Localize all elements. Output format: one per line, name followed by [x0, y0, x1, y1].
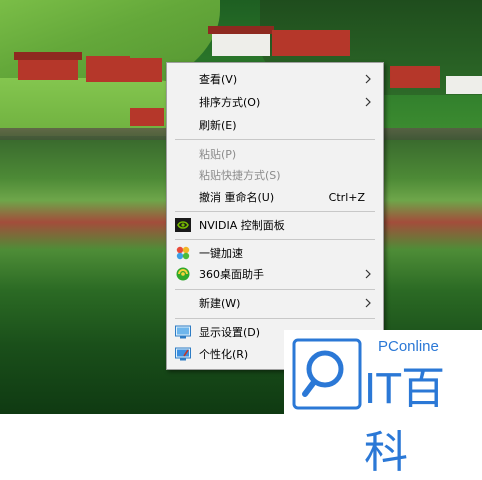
menu-item-label: 新建(W) — [199, 297, 241, 310]
wallpaper-house — [446, 76, 482, 94]
menu-separator — [175, 318, 375, 319]
menu-separator — [175, 139, 375, 140]
menu-item-paste[interactable]: 粘贴(P) — [167, 144, 383, 164]
menu-item-label: 查看(V) — [199, 73, 238, 86]
menu-item-label: 显示设置(D) — [199, 326, 261, 339]
menu-item-label: 排序方式(O) — [199, 96, 261, 109]
360-icon — [176, 267, 190, 281]
display-settings-icon — [175, 325, 191, 339]
wallpaper-house — [18, 58, 78, 80]
menu-separator — [175, 211, 375, 212]
wallpaper-house — [118, 58, 162, 82]
menu-item-shortcut: Ctrl+Z — [328, 190, 365, 204]
menu-item-nvidia-control-panel[interactable]: NVIDIA 控制面板 — [167, 215, 383, 235]
menu-item-360-desktop-assistant[interactable]: 360桌面助手 — [167, 264, 383, 284]
menu-separator — [175, 239, 375, 240]
chevron-right-icon — [365, 269, 371, 279]
menu-item-label: 刷新(E) — [199, 119, 237, 132]
menu-item-label: 撤消 重命名(U) — [199, 191, 275, 204]
menu-item-label: 360桌面助手 — [199, 268, 264, 281]
pconline-watermark: PConline IT百科 — [284, 330, 482, 477]
personalize-icon — [175, 347, 191, 361]
wallpaper-roof — [14, 52, 82, 60]
menu-item-refresh[interactable]: 刷新(E) — [167, 115, 383, 135]
menu-item-one-click-speedup[interactable]: 一键加速 — [167, 243, 383, 263]
menu-item-label: 个性化(R) — [199, 348, 249, 361]
menu-item-undo-rename[interactable]: 撤消 重命名(U) Ctrl+Z — [167, 187, 383, 207]
watermark-brand-large: IT百科 — [364, 364, 445, 477]
menu-separator — [175, 289, 375, 290]
menu-item-label: NVIDIA 控制面板 — [199, 219, 285, 232]
menu-item-paste-shortcut[interactable]: 粘贴快捷方式(S) — [167, 165, 383, 185]
speedup-icon — [176, 246, 190, 260]
menu-item-label: 粘贴(P) — [199, 148, 237, 161]
desktop-context-menu: 查看(V) 排序方式(O) 刷新(E) 粘贴(P) 粘贴快捷方式(S) 撤消 重… — [166, 62, 384, 370]
wallpaper-roof — [208, 26, 274, 34]
chevron-right-icon — [365, 74, 371, 84]
menu-item-sort-by[interactable]: 排序方式(O) — [167, 92, 383, 112]
wallpaper-house — [130, 108, 164, 126]
wallpaper-house — [272, 30, 350, 56]
menu-item-view[interactable]: 查看(V) — [167, 69, 383, 89]
menu-item-label: 粘贴快捷方式(S) — [199, 169, 281, 182]
chevron-right-icon — [365, 298, 371, 308]
nvidia-icon — [175, 218, 191, 232]
wallpaper-house — [390, 66, 440, 88]
menu-item-new[interactable]: 新建(W) — [167, 293, 383, 313]
wallpaper-house — [212, 32, 270, 56]
chevron-right-icon — [365, 97, 371, 107]
magnifier-logo-icon — [292, 338, 362, 410]
menu-item-label: 一键加速 — [199, 247, 243, 260]
